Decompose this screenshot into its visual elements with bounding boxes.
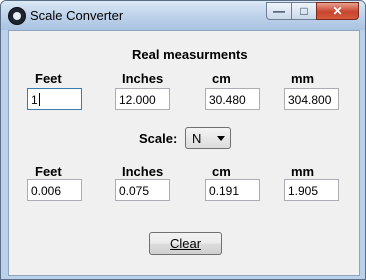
real-cm-input[interactable]: 30.480 [205, 88, 260, 110]
real-measurements-heading: Real measurments [132, 47, 248, 62]
scaled-cm-input[interactable]: 0.191 [205, 179, 260, 201]
scaled-feet-label: Feet [35, 164, 62, 179]
scaled-cm-label: cm [212, 164, 231, 179]
real-inches-label: Inches [122, 71, 164, 86]
maximize-button[interactable]: □ [291, 2, 317, 20]
real-feet-input[interactable]: 1 [27, 88, 82, 110]
real-cm-label: cm [212, 71, 231, 86]
minimize-button[interactable]: — [266, 2, 292, 20]
scaled-mm-label: mm [291, 164, 315, 179]
real-feet-label: Feet [35, 71, 62, 86]
scaled-mm-input[interactable]: 1.905 [284, 179, 339, 201]
scaled-feet-input[interactable]: 0.006 [27, 179, 82, 201]
paw-icon [8, 7, 26, 25]
scale-select[interactable]: N [185, 127, 231, 149]
close-button[interactable]: ✕ [316, 2, 359, 20]
client-area: Real measurments Feet Inches cm mm 1 12.… [8, 30, 360, 276]
window-controls: — □ ✕ [266, 2, 359, 21]
title-bar[interactable]: Scale Converter — □ ✕ [1, 1, 365, 30]
scale-label: Scale: [139, 131, 178, 146]
real-mm-input[interactable]: 304.800 [284, 88, 339, 110]
real-mm-label: mm [291, 71, 315, 86]
window-title: Scale Converter [30, 8, 124, 23]
scaled-inches-label: Inches [122, 164, 164, 179]
scaled-inches-input[interactable]: 0.075 [115, 179, 170, 201]
chevron-down-icon [217, 136, 225, 141]
text-caret [38, 93, 40, 106]
scale-selected-value: N [192, 131, 202, 146]
real-inches-input[interactable]: 12.000 [115, 88, 170, 110]
app-window: Scale Converter — □ ✕ Real measurments F… [0, 0, 366, 280]
clear-button[interactable]: Clear [149, 232, 222, 255]
